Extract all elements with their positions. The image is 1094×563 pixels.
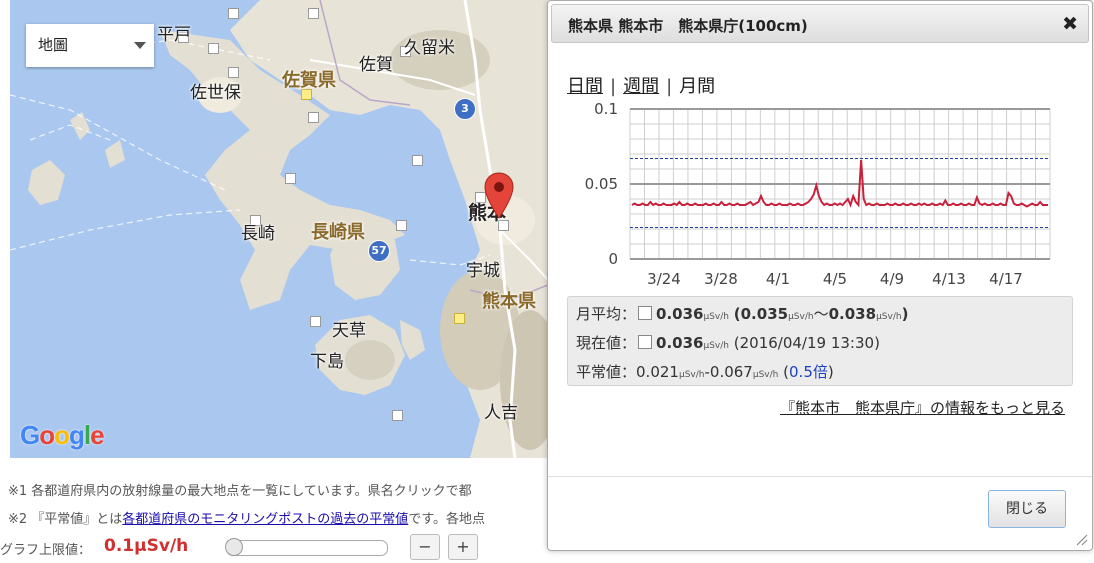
tab-monthly: 月間: [679, 76, 716, 97]
normal-ratio: 0.5倍: [789, 363, 828, 381]
map-label-nagasaki: 長崎: [241, 224, 275, 244]
resize-grip-icon[interactable]: [1074, 532, 1088, 546]
current-time: (2016/04/19 13:30): [733, 334, 880, 352]
x-tick-label: 3/24: [647, 270, 681, 287]
map-label-saga: 佐賀: [359, 55, 393, 75]
unit: μSv/h: [876, 312, 902, 322]
avg-min: 0.035: [740, 305, 789, 323]
station-marker[interactable]: [228, 67, 239, 78]
map-label-saga-pref: 佐賀県: [282, 70, 336, 91]
x-tick-label: 4/9: [880, 270, 904, 287]
graph-limit-value: 0.1μSv/h: [104, 536, 189, 556]
station-marker[interactable]: [396, 220, 407, 231]
map-label-kumamoto-pref: 熊本県: [482, 291, 536, 312]
avg-max: 0.038: [828, 305, 877, 323]
note-2-prefix: ※2 『平常値』とは: [8, 512, 123, 527]
monthly-average-row: 月平均： 0.036μSv/h (0.035μSv/h〜0.038μSv/h): [576, 303, 908, 324]
map-label-amakusa: 天草: [332, 321, 366, 341]
avg-label: 月平均：: [576, 305, 637, 323]
map-pin-icon[interactable]: [484, 172, 514, 220]
google-logo: Google: [20, 420, 105, 450]
dialog-titlebar[interactable]: 熊本県 熊本市 熊本県庁(100cm) ✖: [551, 4, 1089, 43]
decrease-button[interactable]: −: [410, 534, 440, 560]
normal-low: 0.021: [636, 363, 679, 381]
tab-separator: |: [610, 76, 617, 97]
stats-box: 月平均： 0.036μSv/h (0.035μSv/h〜0.038μSv/h) 現…: [567, 296, 1073, 386]
map-label-shimo: 下島: [310, 352, 344, 372]
unit: μSv/h: [752, 370, 779, 380]
note-2: ※2 『平常値』とは各都道府県のモニタリングポストの過去の平常値です。各地点: [8, 508, 485, 527]
status-checkbox: [638, 335, 653, 349]
chart-grid: [629, 108, 1051, 260]
map-label-kurume: 久留米: [404, 38, 455, 58]
map-label-hitoyoshi: 人吉: [484, 403, 518, 423]
current-value: 0.036: [656, 334, 704, 352]
map-type-label: 地圖: [38, 36, 69, 54]
current-label: 現在値：: [576, 334, 637, 352]
station-marker[interactable]: [228, 8, 239, 19]
x-tick-label: 4/17: [989, 270, 1023, 287]
normal-value-link[interactable]: 各都道府県のモニタリングポストの過去の平常値: [122, 512, 408, 527]
tab-weekly[interactable]: 週間: [623, 76, 659, 97]
current-value-row: 現在値： 0.036μSv/h (2016/04/19 13:30): [576, 332, 880, 353]
unit: μSv/h: [788, 312, 814, 322]
station-marker[interactable]: [308, 112, 319, 123]
note-2-suffix: です。各地点: [408, 512, 486, 527]
y-tick-label: 0.1: [594, 100, 618, 118]
graph-limit-slider[interactable]: [225, 538, 388, 556]
period-tabs: 日間 | 週間 | 月間: [567, 72, 715, 98]
radiation-chart: 0.1 0.05 0 3/24 3/28 4/1 4/5 4/9 4/13 4/17: [585, 100, 1051, 287]
station-marker-highlight[interactable]: [454, 313, 465, 324]
map-label-hirado: 平戸: [157, 25, 191, 45]
station-marker[interactable]: [208, 43, 219, 54]
route-3-shield: 3: [454, 98, 476, 120]
tab-daily[interactable]: 日間: [567, 76, 603, 97]
normal-label: 平常値：: [576, 363, 637, 381]
station-marker[interactable]: [392, 410, 403, 421]
map-base: [10, 0, 548, 458]
avg-tilde: 〜: [813, 305, 829, 323]
map-label-uto: 宇城: [466, 261, 500, 281]
slider-handle[interactable]: [225, 538, 243, 556]
station-marker[interactable]: [308, 8, 319, 19]
map-type-dropdown[interactable]: 地圖: [26, 24, 154, 67]
note-1: ※1 各都道府県内の放射線量の最大地点を一覧にしています。県名クリックで都: [8, 484, 472, 499]
ratio-close: ): [827, 363, 834, 381]
map[interactable]: 3 57 平戸 佐世保 佐賀県 佐賀 久留米 長崎 長崎県 熊本 宇城 熊本県 …: [10, 0, 548, 458]
unit: μSv/h: [678, 370, 705, 380]
station-marker[interactable]: [285, 173, 296, 184]
close-icon[interactable]: ✖: [1062, 13, 1078, 35]
chart-y-ticks: 0.1 0.05 0: [585, 100, 618, 268]
tab-separator: |: [666, 76, 673, 97]
x-tick-label: 4/13: [932, 270, 966, 287]
x-tick-label: 3/28: [704, 270, 738, 287]
route-57-shield: 57: [368, 240, 390, 262]
station-marker[interactable]: [412, 155, 423, 166]
x-tick-label: 4/1: [766, 270, 790, 287]
x-tick-label: 4/5: [823, 270, 847, 287]
avg-range-open: (: [733, 305, 741, 323]
station-dialog: 熊本県 熊本市 熊本県庁(100cm) ✖ 日間 | 週間 | 月間 0.1 0.05 0 …: [547, 0, 1093, 551]
avg-range-close: ): [901, 305, 909, 323]
dialog-title: 熊本県 熊本市 熊本県庁(100cm): [568, 17, 808, 35]
normal-value-row: 平常値：0.021μSv/h-0.067μSv/h (0.5倍): [576, 361, 834, 382]
increase-button[interactable]: +: [448, 534, 478, 560]
y-tick-label: 0: [608, 250, 618, 268]
chevron-down-icon: [134, 42, 146, 49]
close-button[interactable]: 閉じる: [988, 490, 1066, 528]
avg-value: 0.036: [656, 305, 704, 323]
graph-limit-label: グラフ上限値：: [0, 543, 92, 558]
normal-high: 0.067: [709, 363, 753, 381]
map-label-sasebo: 佐世保: [190, 83, 241, 103]
unit: μSv/h: [703, 312, 729, 322]
more-info-link[interactable]: 『熊本市 熊本県庁』の情報をもっと見る: [780, 397, 1065, 418]
map-label-nagasaki-pref: 長崎県: [311, 222, 365, 243]
chart-x-ticks: 3/24 3/28 4/1 4/5 4/9 4/13 4/17: [647, 270, 1023, 287]
station-marker[interactable]: [310, 316, 321, 327]
dialog-footer-divider: [548, 476, 1092, 477]
unit: μSv/h: [703, 341, 729, 351]
status-checkbox: [638, 306, 653, 320]
y-tick-label: 0.05: [585, 175, 618, 193]
